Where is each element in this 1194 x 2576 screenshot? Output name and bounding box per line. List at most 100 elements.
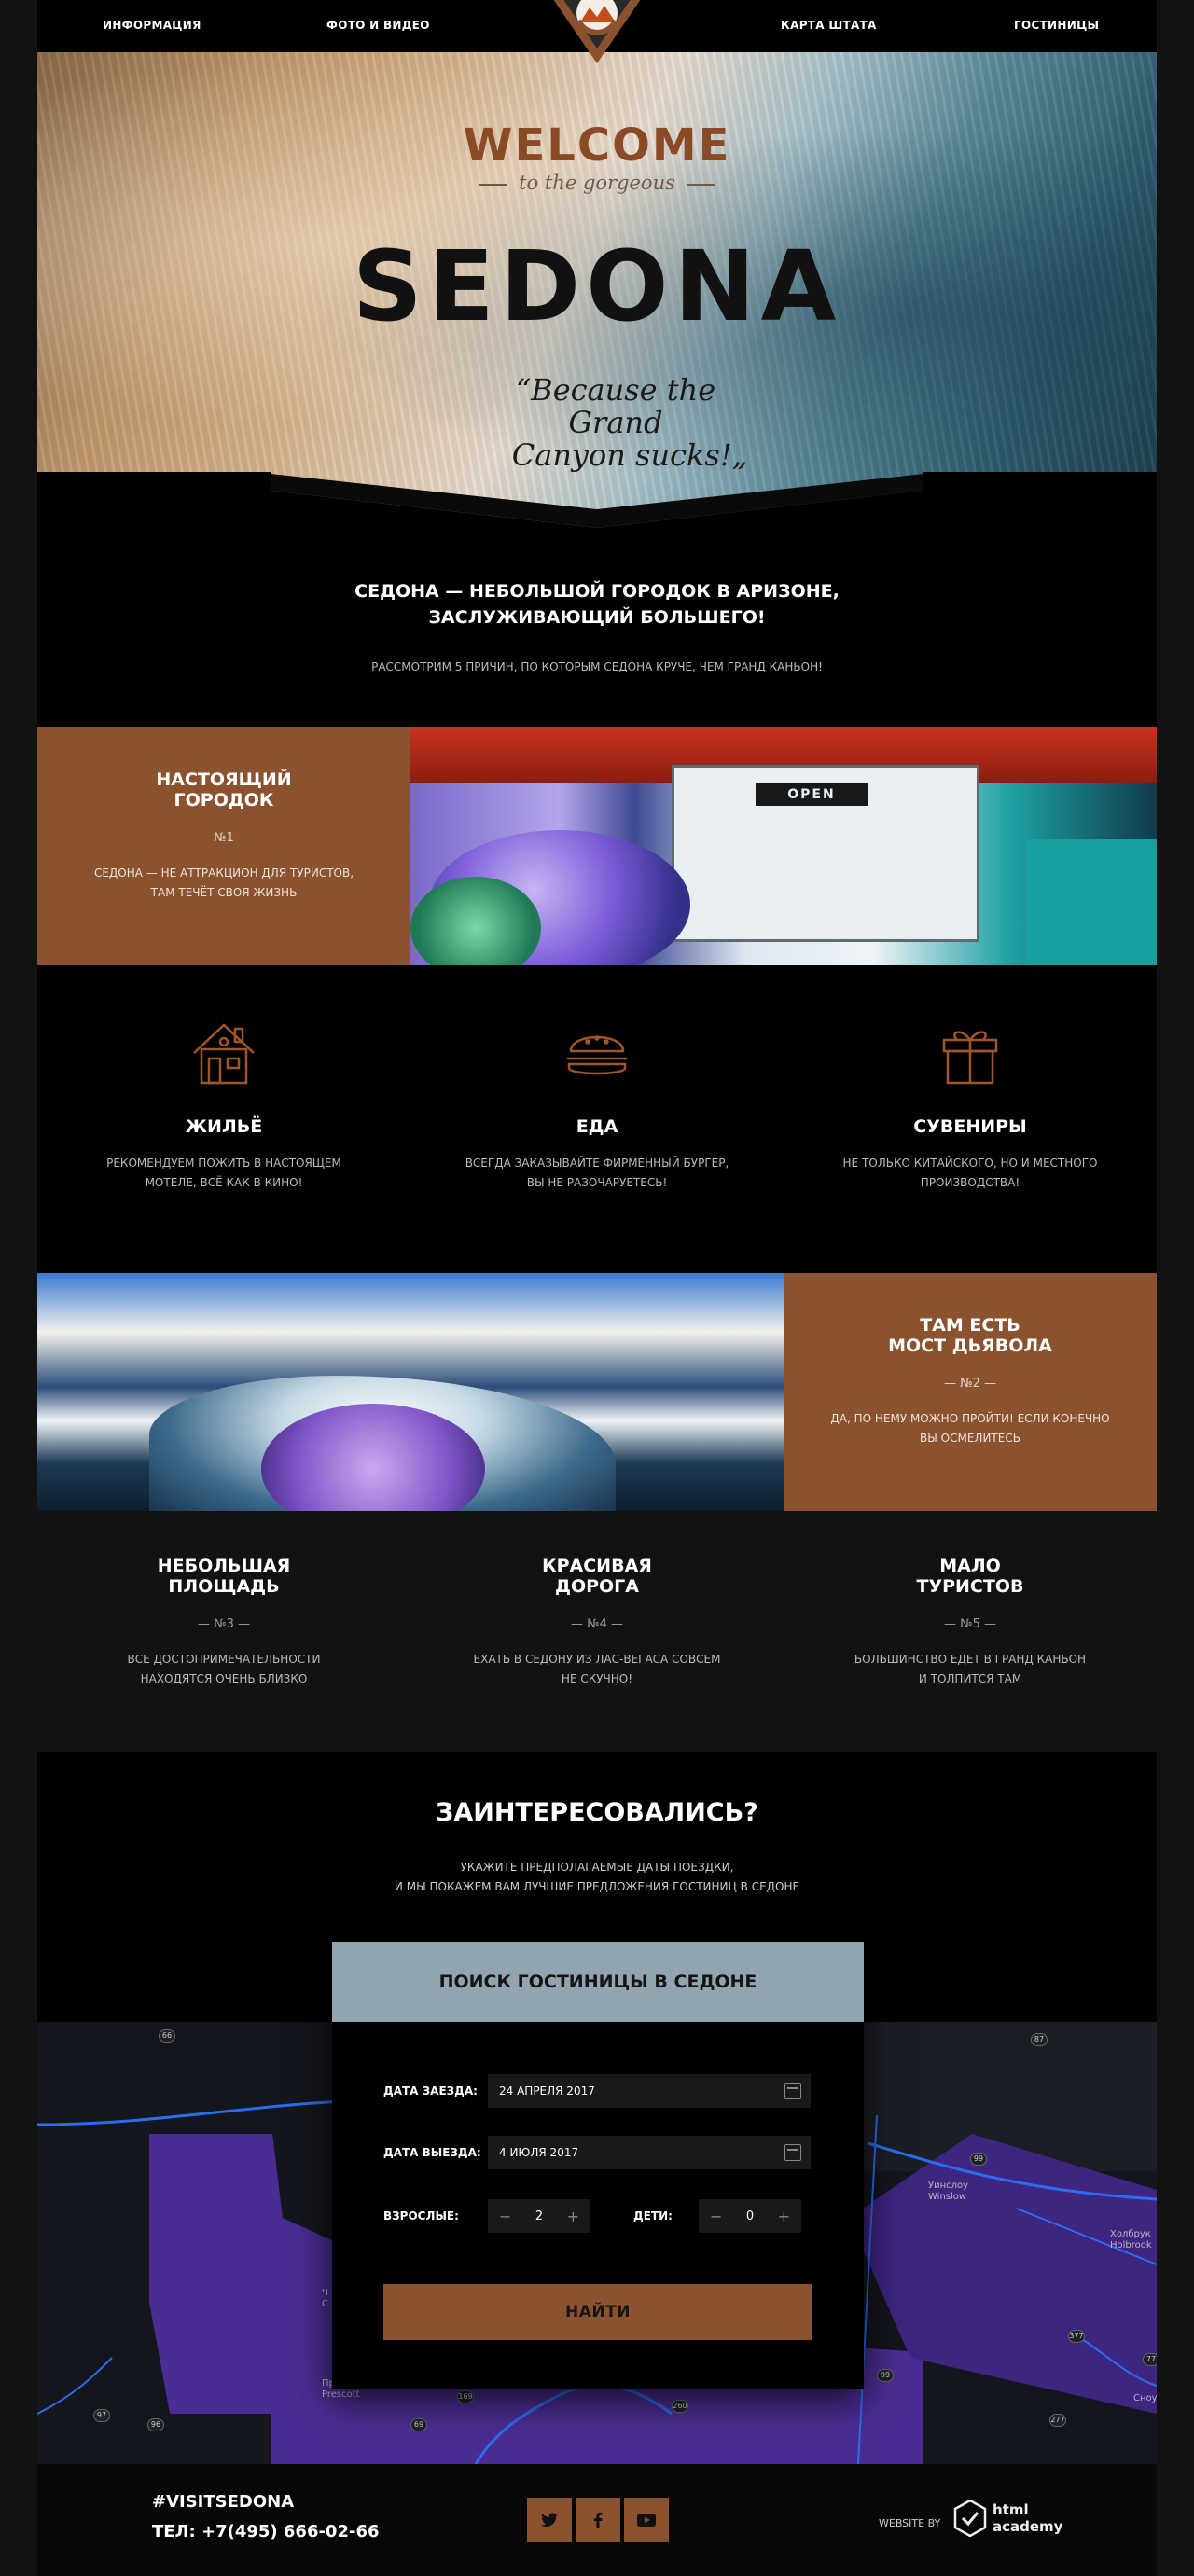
reasons-3-5: НЕБОЛЬШАЯ ПЛОЩАДЬ — №3 — ВСЕ ДОСТОПРИМЕЧ… (37, 1511, 1157, 1752)
feature-housing: ЖИЛЬЁ РЕКОМЕНДУЕМ ПОЖИТЬ В НАСТОЯЩЕМ МОТ… (37, 965, 410, 1193)
checkout-date-value: 4 ИЮЛЯ 2017 (499, 2146, 579, 2159)
nav-item-photo-video[interactable]: ФОТО И ВИДЕО (326, 19, 430, 32)
map-highway-shield: 260 (672, 2400, 688, 2413)
checkout-date-field[interactable]: 4 ИЮЛЯ 2017 (488, 2136, 811, 2169)
reason-number: — №2 — (943, 1377, 997, 1391)
reason-desc-line: ВСЕ ДОСТОПРИМЕЧАТЕЛЬНОСТИ (127, 1653, 321, 1666)
hero-banner: WELCOME to the gorgeous SEDONA “Because … (37, 52, 1157, 528)
hotel-search-form: ПОИСК ГОСТИНИЦЫ В СЕДОНЕ ДАТА ЗАЕЗДА: 24… (332, 1942, 864, 2389)
twitter-icon[interactable] (527, 2498, 572, 2542)
reason-title-line: ПЛОЩАДЬ (168, 1576, 280, 1597)
html-academy-line: academy (993, 2518, 1063, 2535)
cta-sub-line: И МЫ ПОКАЖЕМ ВАМ ЛУЧШИЕ ПРЕДЛОЖЕНИЯ ГОСТ… (394, 1880, 800, 1893)
intro-subtitle: РАССМОТРИМ 5 ПРИЧИН, ПО КОТОРЫМ СЕДОНА К… (371, 660, 823, 673)
reason-title-line: МАЛО (939, 1556, 1001, 1576)
map-highway-shield: 277 (1049, 2414, 1066, 2427)
map-city-winslow: Уинслоу Winslow (928, 2181, 968, 2203)
page-footer: #VISITSEDONA ТЕЛ: +7(495) 666-02-66 WEBS… (37, 2464, 1157, 2576)
hero-quote-line: “Because the Grand (515, 372, 716, 441)
map-highway-shield: 169 (457, 2390, 474, 2403)
feature-description: ВСЕГДА ЗАКАЗЫВАЙТЕ ФИРМЕННЫЙ БУРГЕР, ВЫ … (410, 1154, 784, 1193)
search-form-title: ПОИСК ГОСТИНИЦЫ В СЕДОНЕ (332, 1942, 864, 2022)
intro-title: СЕДОНА — НЕБОЛЬШОЙ ГОРОДОК В АРИЗОНЕ, ЗА… (37, 578, 1157, 630)
map-highway-shield: 66 (159, 2029, 175, 2043)
map-highway-shield: 77 (1143, 2353, 1157, 2366)
html-academy-text[interactable]: html academy (993, 2501, 1062, 2535)
map-highway-shield: 87 (1031, 2033, 1048, 2046)
feature-description: НЕ ТОЛЬКО КИТАЙСКОГО, НО И МЕСТНОГО ПРОИ… (784, 1154, 1157, 1193)
children-plus-button[interactable]: + (778, 2208, 790, 2225)
burger-icon (567, 1035, 627, 1075)
html-academy-logo[interactable] (953, 2500, 987, 2537)
map-city-label: Уинслоу (928, 2181, 969, 2191)
footer-hashtag: #VISITSEDONA (152, 2492, 295, 2512)
feature-desc-line: ПРОИЗВОДСТВА! (920, 1176, 1020, 1189)
reason-desc-line: ДА, ПО НЕМУ МОЖНО ПРОЙТИ! ЕСЛИ КОНЕЧНО (830, 1412, 1110, 1425)
reason-title-line: НЕБОЛЬШАЯ (157, 1556, 291, 1576)
feature-desc-line: МОТЕЛЕ, ВСЁ КАК В КИНО! (145, 1176, 303, 1189)
children-count[interactable]: 0 (746, 2209, 754, 2223)
features-row: ЖИЛЬЁ РЕКОМЕНДУЕМ ПОЖИТЬ В НАСТОЯЩЕМ МОТ… (37, 965, 1157, 1273)
map-city-label: Холбрук (1110, 2229, 1151, 2239)
map-highway-shield: 96 (147, 2418, 164, 2431)
reason-title-line: КРАСИВАЯ (542, 1556, 652, 1576)
adults-label: ВЗРОСЛЫЕ: (383, 2209, 459, 2223)
feature-desc-line: ВСЕГДА ЗАКАЗЫВАЙТЕ ФИРМЕННЫЙ БУРГЕР, (465, 1156, 729, 1170)
map-city-partial: ЧС (322, 2288, 328, 2310)
reason-description: БОЛЬШИНСТВО ЕДЕТ В ГРАНД КАНЬОН И ТОЛПИТ… (784, 1650, 1157, 1689)
reason-card-1: НАСТОЯЩИЙ ГОРОДОК — №1 — СЕДОНА — НЕ АТТ… (37, 727, 410, 965)
reason-title-line: ТУРИСТОВ (916, 1576, 1024, 1597)
cta-title: ЗАИНТЕРЕСОВАЛИСЬ? (436, 1798, 758, 1827)
hero-quote-line: Canyon sucks!„ (511, 437, 748, 474)
feature-desc-line: ВЫ НЕ РАЗОЧАРУЕТЕСЬ! (526, 1176, 668, 1189)
map-city-label: Prescott (322, 2389, 360, 2400)
reason-title: МАЛО ТУРИСТОВ (784, 1556, 1157, 1597)
map-city-label: Ч (322, 2288, 328, 2298)
sedona-logo[interactable] (532, 0, 662, 65)
reason-title-line: НАСТОЯЩИЙ (156, 769, 292, 790)
map-city-label: Winslow (928, 2192, 967, 2202)
feature-souvenirs: СУВЕНИРЫ НЕ ТОЛЬКО КИТАЙСКОГО, НО И МЕСТ… (784, 965, 1157, 1193)
checkin-date-field[interactable]: 24 АПРЕЛЯ 2017 (488, 2074, 811, 2108)
devils-bridge-photo (37, 1273, 784, 1511)
calendar-icon[interactable] (784, 2144, 801, 2161)
reason-card-5: МАЛО ТУРИСТОВ — №5 — БОЛЬШИНСТВО ЕДЕТ В … (784, 1556, 1157, 1689)
gift-icon (942, 1031, 998, 1085)
page-side-left (0, 0, 37, 2576)
youtube-icon[interactable] (624, 2498, 669, 2542)
html-academy-line: html (993, 2501, 1029, 2518)
checkin-date-value: 24 АПРЕЛЯ 2017 (499, 2084, 595, 2098)
photo-teal-wall (1026, 839, 1157, 965)
adults-plus-button[interactable]: + (567, 2208, 579, 2225)
feature-food: ЕДА ВСЕГДА ЗАКАЗЫВАЙТЕ ФИРМЕННЫЙ БУРГЕР,… (410, 965, 784, 1193)
photo-store-sign: OPEN RANGE (756, 783, 868, 824)
facebook-icon[interactable] (576, 2498, 620, 2542)
find-button[interactable]: НАЙТИ (383, 2284, 812, 2340)
map-highway-shield: 377 (1068, 2330, 1085, 2343)
nav-item-state-map[interactable]: КАРТА ШТАТА (781, 19, 877, 32)
nav-item-info[interactable]: ИНФОРМАЦИЯ (103, 19, 201, 32)
feature-desc-line: РЕКОМЕНДУЕМ ПОЖИТЬ В НАСТОЯЩЕМ (106, 1156, 341, 1170)
reason-desc-line: БОЛЬШИНСТВО ЕДЕТ В ГРАНД КАНЬОН (854, 1653, 1087, 1666)
calendar-icon[interactable] (784, 2083, 801, 2099)
page-side-right (1157, 0, 1194, 2576)
reason-number: — №4 — (570, 1617, 624, 1631)
youtube-glyph (637, 2514, 656, 2527)
reason-desc-line: НАХОДЯТСЯ ОЧЕНЬ БЛИЗКО (140, 1672, 308, 1685)
reason-desc-line: НЕ СКУЧНО! (561, 1672, 633, 1685)
reason-description: ДА, ПО НЕМУ МОЖНО ПРОЙТИ! ЕСЛИ КОНЕЧНО В… (784, 1409, 1157, 1448)
adults-minus-button[interactable]: − (499, 2208, 511, 2225)
intro-title-line: СЕДОНА — НЕБОЛЬШОЙ ГОРОДОК В АРИЗОНЕ, (354, 581, 840, 602)
feature-description: РЕКОМЕНДУЕМ ПОЖИТЬ В НАСТОЯЩЕМ МОТЕЛЕ, В… (37, 1154, 410, 1193)
feature-title: ЖИЛЬЁ (185, 1116, 263, 1137)
feature-title: ЕДА (576, 1116, 618, 1137)
reason-number: — №5 — (943, 1617, 997, 1631)
nav-item-hotels[interactable]: ГОСТИНИЦЫ (1014, 19, 1099, 32)
map-highway-shield: 69 (410, 2418, 427, 2431)
reason-card-2: ТАМ ЕСТЬ МОСТ ДЬЯВОЛА — №2 — ДА, ПО НЕМУ… (784, 1273, 1157, 1511)
reason-title-line: ГОРОДОК (174, 790, 274, 810)
children-minus-button[interactable]: − (710, 2208, 722, 2225)
reason-description: СЕДОНА — НЕ АТТРАКЦИОН ДЛЯ ТУРИСТОВ, ТАМ… (37, 864, 410, 903)
reason-desc-line: ВЫ ОСМЕЛИТЕСЬ (920, 1432, 1020, 1445)
adults-count[interactable]: 2 (535, 2209, 543, 2223)
